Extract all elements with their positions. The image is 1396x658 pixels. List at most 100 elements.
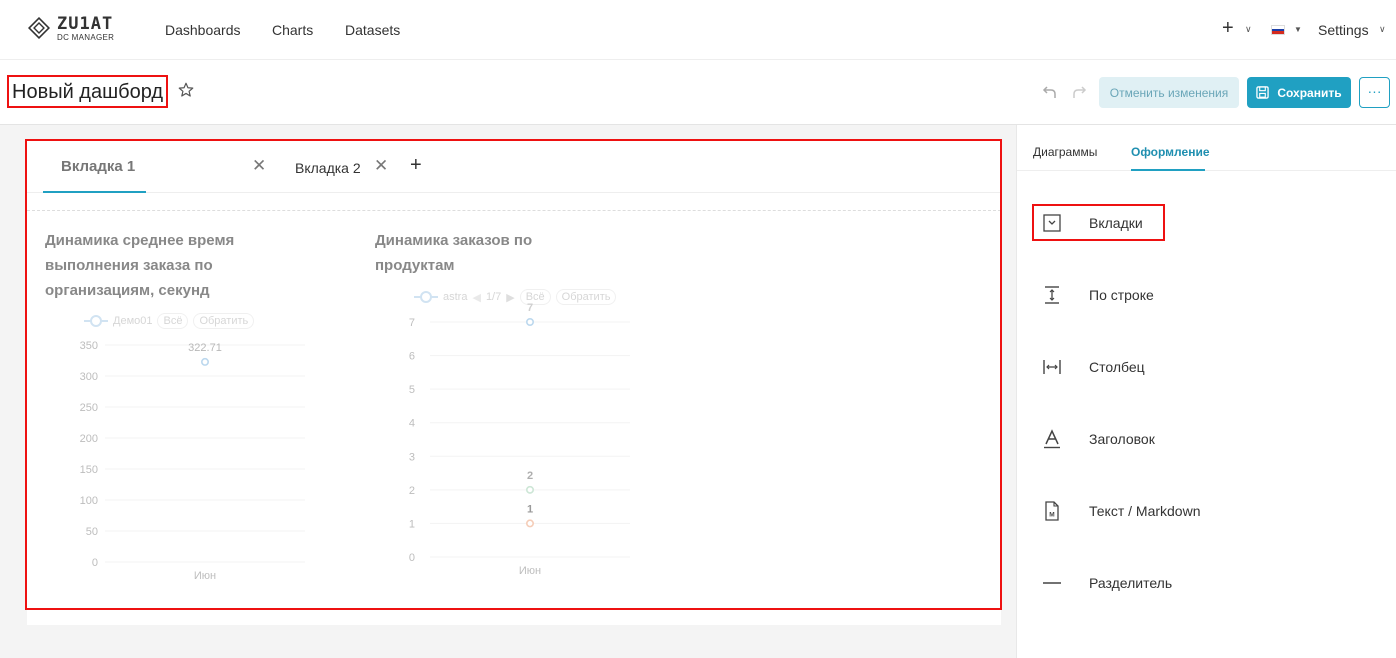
panel-item-label: Заголовок	[1089, 431, 1155, 447]
language-flag-icon[interactable]	[1271, 25, 1285, 35]
panel-item-label: Текст / Markdown	[1089, 503, 1201, 519]
y-tick-label: 0	[92, 557, 98, 569]
legend-invert-button[interactable]: Обратить	[555, 289, 617, 305]
chart-2-legend: astra ◀ 1/7 ▶ Всё Обратить	[414, 289, 617, 305]
markdown-icon: M	[1045, 501, 1059, 521]
data-label: 7	[527, 302, 533, 314]
dashboard-tabs: Вкладка 1 ✕ Вкладка 2 ✕ +	[27, 141, 1001, 193]
logo[interactable]: ZU1AT DC MANAGER	[28, 14, 128, 46]
legend-prev-icon[interactable]: ◀	[472, 291, 480, 304]
chart-1-title-line: выполнения заказа по	[45, 257, 213, 274]
chevron-down-icon[interactable]: ∨	[1245, 24, 1252, 35]
y-tick-label: 1	[409, 518, 415, 530]
y-tick-label: 0	[409, 552, 415, 564]
chart-2-title-line: продуктам	[375, 257, 455, 274]
y-tick-label: 2	[409, 485, 415, 497]
caret-down-icon[interactable]: ▼	[1294, 25, 1302, 34]
data-point	[201, 357, 210, 366]
legend-all-button[interactable]: Всё	[519, 289, 551, 305]
save-label: Сохранить	[1277, 85, 1342, 100]
y-tick-label: 7	[409, 317, 415, 329]
data-point	[526, 318, 535, 327]
legend-next-icon[interactable]: ▶	[506, 291, 514, 304]
panel-item-label: Столбец	[1089, 359, 1145, 375]
legend-pager: 1/7	[485, 291, 502, 303]
panel-item-tabs[interactable]: Вкладки	[1016, 203, 1396, 243]
panel-item-column[interactable]: Столбец	[1016, 347, 1396, 387]
chart-1-title: Динамика среднее время выполнения заказа…	[45, 228, 234, 303]
tab-charts[interactable]: Диаграммы	[1033, 145, 1097, 159]
save-icon	[1256, 86, 1270, 99]
discard-changes-button[interactable]: Отменить изменения	[1099, 77, 1239, 108]
panel-item-label: По строке	[1089, 287, 1154, 303]
panel-item-heading[interactable]: Заголовок	[1016, 419, 1396, 459]
dashboard-title[interactable]: Новый дашборд	[7, 75, 169, 108]
redo-icon[interactable]	[1071, 84, 1087, 100]
y-tick-label: 3	[409, 451, 415, 463]
legend-series-name[interactable]: Демо01	[113, 315, 152, 327]
y-tick-label: 4	[409, 418, 415, 430]
legend-series-name[interactable]: astra	[443, 291, 467, 303]
tabs-icon	[1043, 214, 1061, 232]
legend-series-marker-icon	[84, 315, 108, 327]
svg-text:M: M	[1049, 512, 1054, 519]
undo-icon[interactable]	[1042, 84, 1058, 100]
tab-2-close-icon[interactable]: ✕	[374, 156, 388, 176]
data-point	[526, 485, 535, 494]
y-tick-label: 5	[409, 384, 415, 396]
data-label: 1	[527, 503, 533, 515]
chart-2-title-line: Динамика заказов по	[375, 232, 533, 249]
nav-charts[interactable]: Charts	[272, 21, 313, 39]
x-tick-label: Июн	[194, 570, 216, 582]
settings-chevron-icon[interactable]: ∨	[1379, 24, 1386, 35]
panel-item-row[interactable]: По строке	[1016, 275, 1396, 315]
chart-1-plot: 0 50 100 150 200 250 300 350 Июн 322.71	[80, 340, 305, 582]
add-tab-icon[interactable]: +	[410, 154, 422, 176]
logo-name: ZU1AT	[57, 14, 114, 34]
divider-icon	[1043, 582, 1061, 584]
heading-icon	[1044, 429, 1060, 449]
row-height-icon	[1045, 286, 1059, 304]
more-options-button[interactable]: ···	[1359, 77, 1390, 108]
save-button[interactable]: Сохранить	[1247, 77, 1351, 108]
data-label: 2	[527, 470, 533, 482]
y-tick-label: 50	[86, 526, 98, 538]
y-tick-label: 6	[409, 351, 415, 363]
tab-1-label: Вкладка 1	[61, 158, 136, 175]
y-tick-label: 250	[80, 402, 98, 414]
panel-item-divider[interactable]: Разделитель	[1016, 563, 1396, 603]
tab-design-indicator	[1131, 169, 1205, 171]
panel-item-markdown[interactable]: M Текст / Markdown	[1016, 491, 1396, 531]
tab-1-close-icon[interactable]: ✕	[252, 156, 266, 176]
add-icon[interactable]: +	[1222, 18, 1234, 38]
x-tick-label: Июн	[519, 565, 541, 577]
y-tick-label: 300	[80, 371, 98, 383]
nav-datasets[interactable]: Datasets	[345, 21, 400, 39]
panel-tabs: Диаграммы Оформление	[1017, 125, 1396, 171]
data-point	[526, 519, 535, 528]
settings-menu[interactable]: Settings	[1318, 21, 1369, 39]
tab-design[interactable]: Оформление	[1131, 145, 1210, 159]
tab-1[interactable]: Вкладка 1	[43, 141, 146, 193]
nav-dashboards[interactable]: Dashboards	[165, 21, 241, 39]
y-tick-label: 150	[80, 464, 98, 476]
logo-icon	[28, 17, 50, 39]
chart-2-plot: 0 1 2 3 4 5 6 7 Июн 7 2 1	[409, 302, 630, 577]
top-navbar: ZU1AT DC MANAGER Dashboards Charts Datas…	[0, 0, 1396, 60]
legend-series-marker-icon	[414, 291, 438, 303]
data-label: 322.71	[188, 342, 222, 354]
chart-1-title-line: Динамика среднее время	[45, 232, 235, 249]
y-tick-label: 100	[80, 495, 98, 507]
panel-item-label: Вкладки	[1089, 215, 1143, 231]
tab-2[interactable]: Вкладка 2	[295, 159, 361, 177]
chart-1-title-line: организациям, секунд	[45, 282, 210, 299]
y-tick-label: 200	[80, 433, 98, 445]
chart-1-legend: Демо01 Всё Обратить	[84, 313, 255, 329]
legend-all-button[interactable]: Всё	[157, 313, 189, 329]
panel-item-label: Разделитель	[1089, 575, 1173, 591]
logo-subtitle: DC MANAGER	[57, 33, 115, 42]
y-tick-label: 350	[80, 340, 98, 352]
star-icon[interactable]	[177, 81, 195, 99]
dashboard-header: Новый дашборд Отменить изменения Сохрани…	[0, 60, 1396, 125]
legend-invert-button[interactable]: Обратить	[193, 313, 255, 329]
